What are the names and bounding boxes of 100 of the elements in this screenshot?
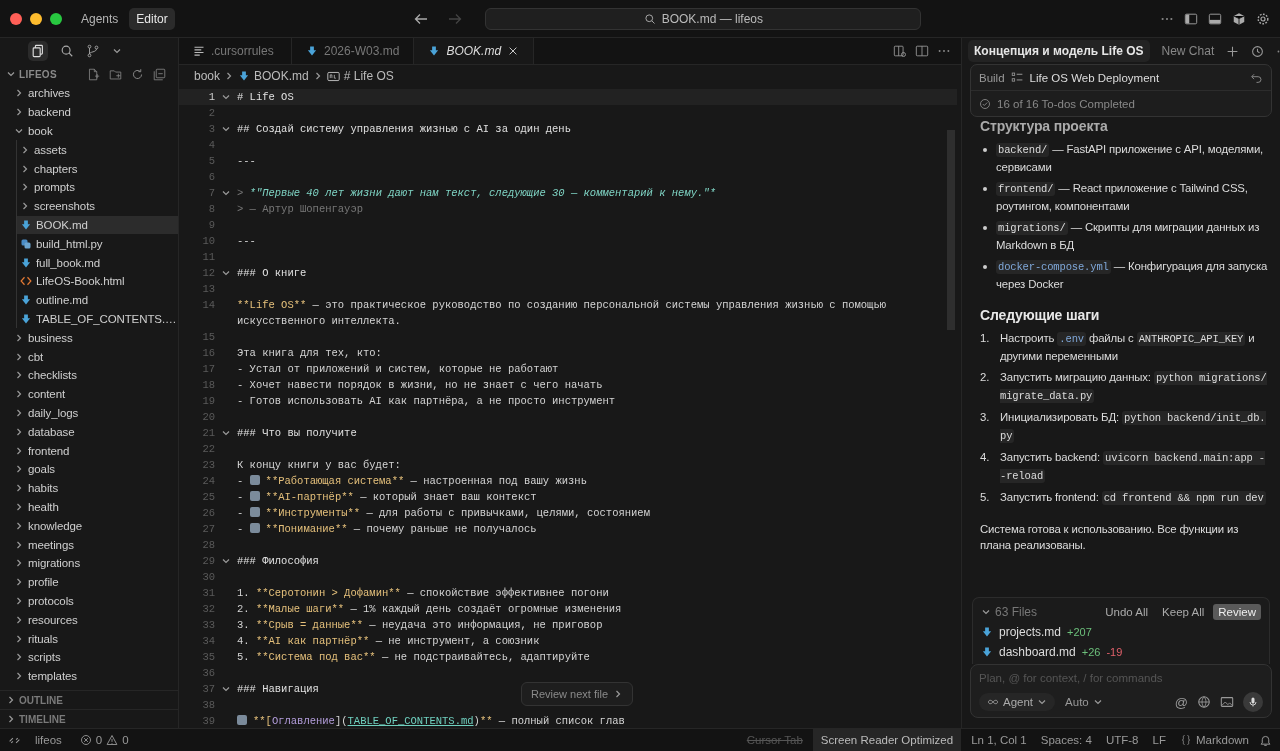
settings-icon[interactable]	[1256, 11, 1270, 26]
sidebar-layout-icon[interactable]	[1184, 11, 1198, 26]
tree-item[interactable]: profile	[0, 572, 178, 592]
search-icon[interactable]	[60, 44, 74, 58]
refresh-icon[interactable]	[131, 67, 144, 81]
status-item[interactable]: UTF-8	[1101, 729, 1143, 751]
added-count: +207	[1067, 626, 1092, 638]
file-tab[interactable]: BOOK.md	[414, 38, 535, 64]
mention-button[interactable]: @	[1174, 694, 1188, 710]
status-item[interactable]: Spaces: 4	[1036, 729, 1096, 751]
tree-item[interactable]: LifeOS-Book.html	[17, 271, 178, 291]
tree-item[interactable]: BOOK.md	[17, 215, 178, 235]
microphone-button[interactable]	[1243, 692, 1263, 712]
tree-item[interactable]: outline.md	[17, 290, 178, 310]
status-item[interactable]: Ln 1, Col 1	[967, 729, 1031, 751]
image-icon[interactable]	[1220, 695, 1234, 709]
line-number: 24	[201, 474, 215, 489]
branch-icon[interactable]	[86, 44, 100, 58]
search-field[interactable]: BOOK.md — lifeos	[485, 7, 922, 30]
tree-item[interactable]: frontend	[0, 441, 178, 460]
tree-item[interactable]: rituals	[0, 629, 178, 648]
line-number: 8	[207, 202, 215, 217]
change-action-button[interactable]: Keep All	[1157, 604, 1210, 620]
tree-item[interactable]: health	[0, 497, 178, 517]
split-preview-icon[interactable]	[893, 44, 907, 58]
changed-file[interactable]: dashboard.md	[999, 645, 1076, 659]
tree-item[interactable]: screenshots	[17, 196, 178, 216]
plus-icon[interactable]	[1226, 44, 1240, 58]
breadcrumb-item[interactable]: BOOK.md	[238, 69, 309, 83]
agent-dropdown[interactable]: Agent	[979, 693, 1056, 711]
change-action-button[interactable]: Undo All	[1100, 604, 1154, 620]
breadcrumb-item[interactable]: book	[194, 69, 221, 83]
tree-item[interactable]: goals	[0, 459, 178, 479]
chat-tab[interactable]: Концепция и модель Life OS	[968, 40, 1150, 62]
tree-item[interactable]: resources	[0, 610, 178, 630]
section-header[interactable]: TIMELINE	[19, 713, 66, 725]
line-number: 33	[201, 618, 215, 633]
problems-indicator[interactable]: 0 0	[75, 729, 133, 751]
tree-item[interactable]: scripts	[0, 647, 178, 667]
new-file-icon[interactable]	[87, 67, 100, 81]
tree-item[interactable]: TABLE_OF_CONTENTS.…	[17, 309, 178, 329]
tree-item[interactable]: meetings	[0, 535, 178, 554]
tree-item[interactable]: checklists	[0, 365, 178, 385]
code-line: 2. **Малые шаги** — 1% каждый день создаёт огромные изменения	[237, 602, 622, 617]
minimize-window-button[interactable]	[30, 12, 42, 25]
zoom-window-button[interactable]	[50, 12, 62, 25]
tree-item[interactable]: business	[0, 328, 178, 348]
undo-icon[interactable]	[1250, 71, 1263, 84]
tree-item[interactable]: full_book.md	[17, 253, 178, 272]
explorer-icon[interactable]	[28, 41, 48, 61]
breadcrumb-item[interactable]: # Life OS	[326, 69, 394, 83]
review-next-file-button[interactable]: Review next file	[521, 682, 634, 706]
language-mode[interactable]: Markdown	[1175, 729, 1253, 751]
tree-item[interactable]: habits	[0, 478, 178, 498]
mode-tab[interactable]: Agents	[74, 7, 126, 30]
tree-item[interactable]: chapters	[17, 159, 178, 178]
history-icon[interactable]	[1251, 44, 1265, 58]
plan-title[interactable]: Life OS Web Deployment	[1029, 71, 1160, 84]
tree-item[interactable]: database	[0, 422, 178, 442]
tree-item[interactable]: build_html.py	[17, 234, 178, 254]
bell-icon[interactable]	[1259, 733, 1272, 747]
plan-mode: Build	[979, 71, 1005, 84]
explorer-header[interactable]: LIFEOS	[19, 68, 57, 80]
file-count[interactable]: 63 Files	[995, 605, 1038, 619]
globe-icon[interactable]	[1197, 695, 1211, 709]
cube-icon[interactable]	[1232, 11, 1246, 26]
collapse-icon[interactable]	[153, 67, 166, 81]
tree-item[interactable]: backend	[0, 102, 178, 122]
split-editor-icon[interactable]	[915, 44, 929, 58]
tree-item[interactable]: book	[0, 121, 178, 141]
changed-file[interactable]: projects.md	[999, 625, 1062, 639]
list-number: 3.	[980, 410, 991, 425]
down-arrow-icon	[20, 312, 32, 325]
tree-item[interactable]: archives	[0, 84, 178, 103]
tree-item[interactable]: daily_logs	[0, 403, 178, 423]
model-dropdown[interactable]: Auto	[1065, 696, 1103, 708]
code-line: ## Создай систему управления жизнью с AI за один день	[237, 122, 571, 137]
tree-item[interactable]: knowledge	[0, 516, 178, 536]
code-line: ---	[237, 234, 256, 249]
file-tab[interactable]: .cursorrules	[179, 38, 292, 64]
tree-item[interactable]: assets	[17, 140, 178, 160]
workspace-name[interactable]: lifeos	[31, 729, 66, 751]
tree-item[interactable]: cbt	[0, 347, 178, 366]
tree-item[interactable]: migrations	[0, 553, 178, 573]
status-item[interactable]: Screen Reader Optimized	[812, 729, 962, 751]
panel-layout-icon[interactable]	[1208, 11, 1222, 26]
tree-item[interactable]: prompts	[17, 178, 178, 197]
new-folder-icon[interactable]	[109, 67, 122, 81]
code-line: ### Философия	[237, 554, 319, 569]
mode-tab[interactable]: Editor	[129, 7, 175, 30]
status-item[interactable]: LF	[1148, 729, 1170, 751]
line-number: 19	[201, 394, 215, 409]
tree-item[interactable]: protocols	[0, 591, 178, 611]
tree-item[interactable]: content	[0, 384, 178, 404]
chat-tab[interactable]: New Chat	[1155, 40, 1221, 62]
section-header[interactable]: OUTLINE	[19, 694, 63, 706]
change-action-button[interactable]: Review	[1213, 604, 1261, 620]
code-line: 3. **Срыв = данные** — неудача это информация, не приговор	[237, 618, 603, 633]
close-window-button[interactable]	[10, 12, 22, 25]
tree-item[interactable]: templates	[0, 666, 178, 686]
